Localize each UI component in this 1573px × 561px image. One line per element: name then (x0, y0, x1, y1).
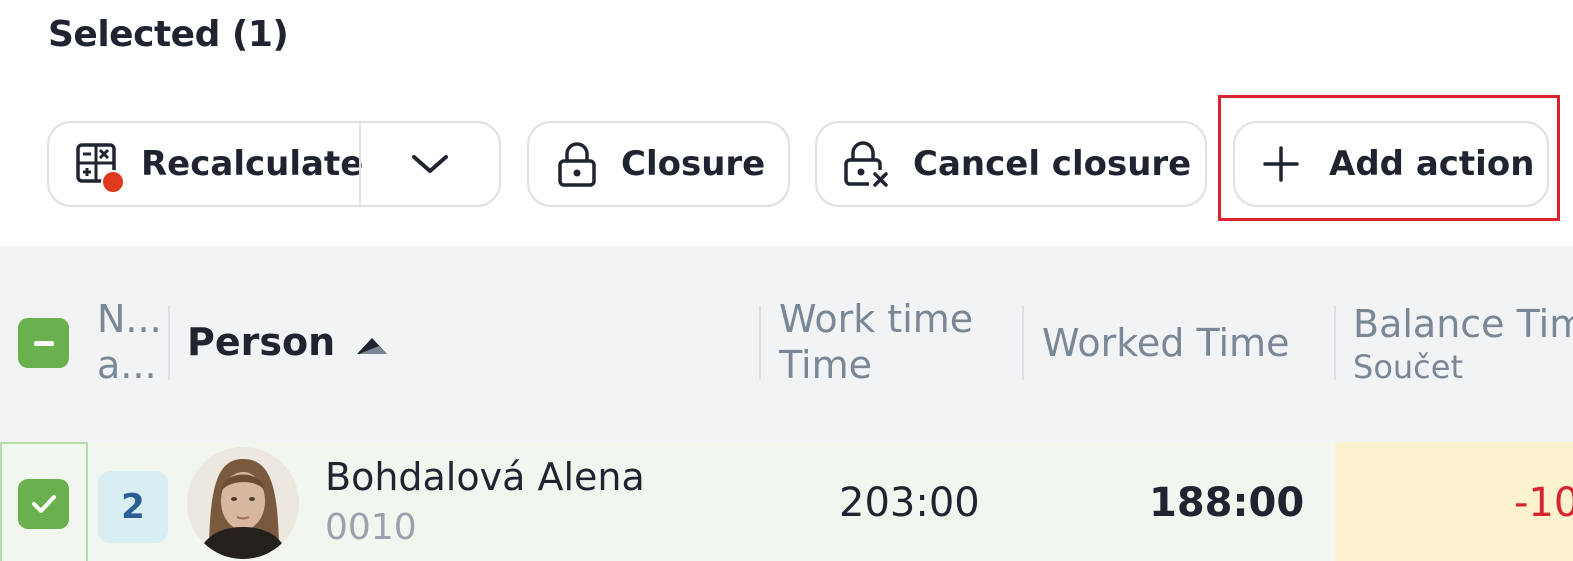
cancel-closure-label: Cancel closure (913, 144, 1192, 184)
column-worked-time[interactable]: Worked Time (1042, 320, 1289, 366)
column-work-time[interactable]: Work time Time (779, 296, 973, 388)
calculator-icon (75, 142, 125, 194)
row-checkbox[interactable] (18, 479, 69, 529)
column-separator[interactable] (1022, 306, 1024, 380)
recalculate-dropdown-button[interactable] (361, 123, 499, 205)
sort-asc-icon[interactable] (355, 336, 389, 356)
column-separator[interactable] (1334, 306, 1336, 380)
person-id: 0010 (325, 507, 417, 548)
lock-cancel-icon (844, 141, 888, 187)
select-all-checkbox[interactable] (18, 318, 69, 368)
recalculate-split-button: Recalculate (47, 121, 501, 207)
worked-time-value: 188:00 (1149, 480, 1305, 526)
cancel-closure-button[interactable]: Cancel closure (815, 121, 1207, 207)
column-balance-subtitle: Součet (1353, 348, 1463, 386)
check-icon (31, 495, 56, 513)
column-number-line2: a... (97, 343, 157, 387)
lock-icon (558, 142, 596, 187)
column-number-line1: N... (97, 297, 162, 341)
balance-value: -10 (1514, 480, 1573, 526)
work-time-value: 203:00 (839, 480, 980, 526)
closure-label: Closure (621, 144, 766, 184)
notification-dot (101, 170, 125, 194)
selected-count-title: Selected (1) (48, 14, 289, 55)
column-work-time-line2: Time (779, 343, 872, 387)
column-separator[interactable] (168, 306, 170, 380)
avatar (187, 447, 299, 559)
column-number[interactable]: N... a... (97, 296, 162, 388)
person-name[interactable]: Bohdalová Alena (325, 455, 645, 499)
column-person[interactable]: Person (187, 320, 335, 364)
chevron-down-icon (412, 155, 448, 173)
recalculate-button[interactable]: Recalculate (49, 123, 363, 205)
closure-button[interactable]: Closure (527, 121, 790, 207)
row-number-badge: 2 (98, 471, 168, 543)
column-work-time-line1: Work time (779, 297, 974, 341)
column-separator[interactable] (759, 306, 761, 380)
add-action-highlight (1218, 95, 1560, 221)
recalculate-label: Recalculate (141, 144, 364, 184)
minus-icon (33, 340, 54, 346)
column-balance-time[interactable]: Balance Tim (1353, 301, 1573, 347)
